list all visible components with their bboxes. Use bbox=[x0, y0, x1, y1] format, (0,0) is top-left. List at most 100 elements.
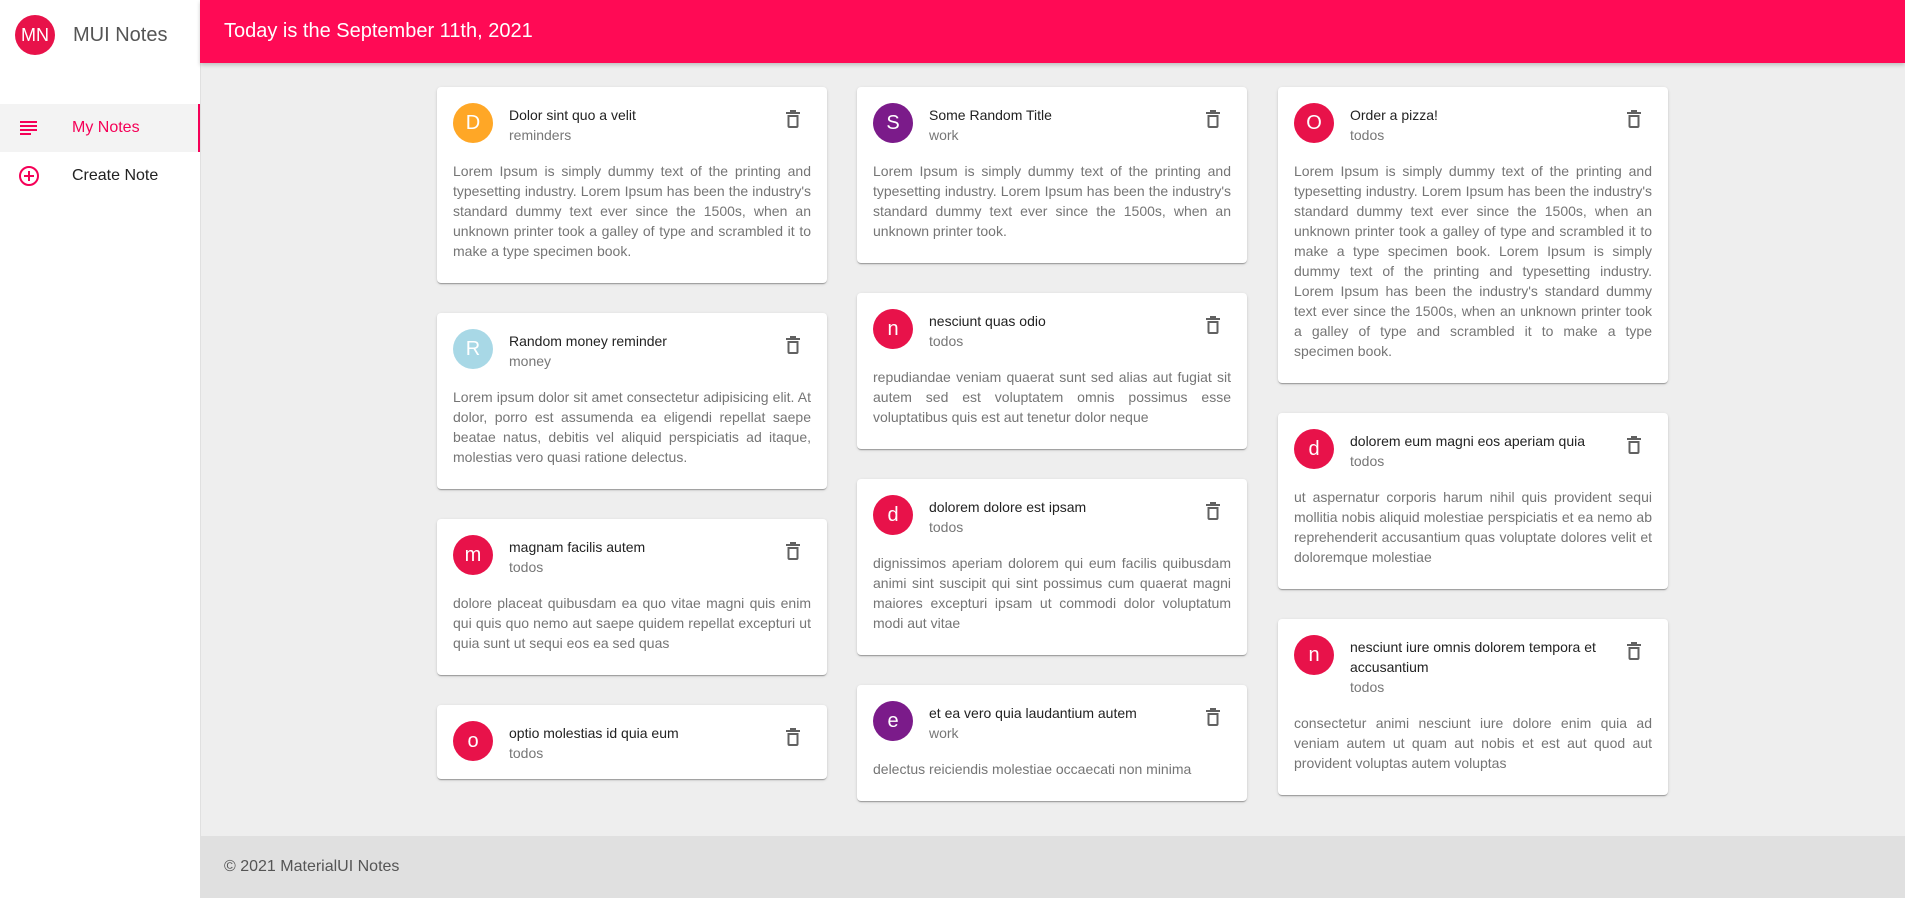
note-card-header: S Some Random Title work bbox=[857, 87, 1247, 161]
footer: © 2021 MaterialUI Notes bbox=[200, 836, 1905, 898]
note-category: todos bbox=[509, 745, 544, 761]
note-body: dignissimos aperiam dolorem qui eum faci… bbox=[873, 555, 1231, 631]
note-card: m magnam facilis autem todos dolore placeat… bbox=[437, 519, 827, 675]
note-category: todos bbox=[929, 333, 964, 349]
note-category: todos bbox=[1350, 127, 1385, 143]
note-card: n nesciunt iure omnis dolorem tempora et … bbox=[1278, 619, 1668, 795]
note-titles: Some Random Title work bbox=[929, 103, 1195, 145]
notes-grid: D Dolor sint quo a velit reminders Lorem Ip… bbox=[200, 63, 1905, 836]
note-title: dolorem dolore est ipsam bbox=[929, 499, 1087, 515]
delete-note-button[interactable] bbox=[1616, 633, 1652, 669]
delete-note-button[interactable] bbox=[775, 327, 811, 363]
sidebar-item-my-notes[interactable]: My Notes bbox=[0, 104, 200, 152]
note-card-header: n nesciunt iure omnis dolorem tempora et … bbox=[1278, 619, 1668, 713]
note-category: money bbox=[509, 353, 552, 369]
note-titles: magnam facilis autem todos bbox=[509, 535, 775, 577]
delete-note-button[interactable] bbox=[775, 719, 811, 755]
note-card-header: o optio molestias id quia eum todos bbox=[437, 705, 827, 779]
delete-note-button[interactable] bbox=[1195, 699, 1231, 735]
note-titles: Random money reminder money bbox=[509, 329, 775, 371]
note-titles: Order a pizza! todos bbox=[1350, 103, 1616, 145]
trash-icon bbox=[1627, 110, 1641, 128]
sidebar-nav: My Notes Create Note bbox=[0, 104, 200, 200]
trash-icon bbox=[1627, 642, 1641, 660]
note-titles: dolorem dolore est ipsam todos bbox=[929, 495, 1195, 537]
trash-icon bbox=[786, 336, 800, 354]
note-card: n nesciunt quas odio todos repudiandae veni… bbox=[857, 293, 1247, 449]
note-title: et ea vero quia laudantium autem bbox=[929, 705, 1137, 721]
note-avatar: d bbox=[873, 495, 913, 535]
note-card-header: n nesciunt quas odio todos bbox=[857, 293, 1247, 367]
note-avatar: e bbox=[873, 701, 913, 741]
brand-avatar: MN bbox=[15, 15, 55, 55]
delete-note-button[interactable] bbox=[1616, 101, 1652, 137]
note-body: dolore placeat quibusdam ea quo vitae ma… bbox=[453, 595, 811, 651]
note-card-header: R Random money reminder money bbox=[437, 313, 827, 387]
note-titles: dolorem eum magni eos aperiam quia todos bbox=[1350, 429, 1616, 471]
note-avatar: n bbox=[873, 309, 913, 349]
note-title: optio molestias id quia eum bbox=[509, 725, 679, 741]
note-body: repudiandae veniam quaerat sunt sed alia… bbox=[873, 369, 1231, 425]
delete-note-button[interactable] bbox=[775, 101, 811, 137]
note-body: delectus reiciendis molestiae occaecati … bbox=[873, 761, 1192, 777]
note-category: todos bbox=[509, 559, 544, 575]
note-title: nesciunt quas odio bbox=[929, 313, 1046, 329]
note-card: S Some Random Title work Lorem Ipsum is sim… bbox=[857, 87, 1247, 263]
note-card: o optio molestias id quia eum todos bbox=[437, 705, 827, 779]
subject-icon bbox=[18, 117, 40, 139]
note-title: Random money reminder bbox=[509, 333, 667, 349]
note-category: todos bbox=[929, 519, 964, 535]
note-titles: optio molestias id quia eum todos bbox=[509, 721, 775, 763]
note-card: e et ea vero quia laudantium autem work del… bbox=[857, 685, 1247, 801]
note-titles: Dolor sint quo a velit reminders bbox=[509, 103, 775, 145]
note-card-header: D Dolor sint quo a velit reminders bbox=[437, 87, 827, 161]
note-category: work bbox=[929, 127, 959, 143]
note-titles: et ea vero quia laudantium autem work bbox=[929, 701, 1195, 743]
delete-note-button[interactable] bbox=[1195, 101, 1231, 137]
delete-note-button[interactable] bbox=[1195, 493, 1231, 529]
note-title: magnam facilis autem bbox=[509, 539, 646, 555]
date-text: Today is the September 11th, 2021 bbox=[224, 20, 533, 42]
note-body: Lorem Ipsum is simply dummy text of the … bbox=[873, 163, 1231, 239]
add-circle-icon bbox=[18, 165, 40, 187]
app-title: MUI Notes bbox=[73, 23, 168, 46]
delete-note-button[interactable] bbox=[1195, 307, 1231, 343]
trash-icon bbox=[1206, 316, 1220, 334]
note-card: O Order a pizza! todos Lorem Ipsum is simpl… bbox=[1278, 87, 1668, 383]
note-card: d dolorem eum magni eos aperiam quia todos… bbox=[1278, 413, 1668, 589]
trash-icon bbox=[1627, 436, 1641, 454]
note-category: reminders bbox=[509, 127, 572, 143]
trash-icon bbox=[1206, 502, 1220, 520]
note-body: Lorem ipsum dolor sit amet consectetur a… bbox=[453, 389, 811, 465]
note-category: work bbox=[929, 725, 959, 741]
note-avatar: R bbox=[453, 329, 493, 369]
sidebar-item-label: My Notes bbox=[72, 119, 140, 136]
sidebar: MN MUI Notes My Notes Create Note bbox=[0, 0, 201, 898]
notes-column: S Some Random Title work Lorem Ipsum is sim… bbox=[857, 87, 1247, 831]
footer-text: © 2021 MaterialUI Notes bbox=[224, 858, 400, 875]
note-avatar: m bbox=[453, 535, 493, 575]
note-avatar: o bbox=[453, 721, 493, 761]
trash-icon bbox=[1206, 110, 1220, 128]
delete-note-button[interactable] bbox=[775, 533, 811, 569]
note-card: d dolorem dolore est ipsam todos dignissimo… bbox=[857, 479, 1247, 655]
note-avatar: D bbox=[453, 103, 493, 143]
sidebar-item-label: Create Note bbox=[72, 167, 159, 184]
note-avatar: S bbox=[873, 103, 913, 143]
note-card-header: d dolorem dolore est ipsam todos bbox=[857, 479, 1247, 553]
delete-note-button[interactable] bbox=[1616, 427, 1652, 463]
note-card-header: e et ea vero quia laudantium autem work bbox=[857, 685, 1247, 759]
app-bar: Today is the September 11th, 2021 bbox=[200, 0, 1905, 63]
notes-column: O Order a pizza! todos Lorem Ipsum is simpl… bbox=[1278, 87, 1668, 825]
note-avatar: d bbox=[1294, 429, 1334, 469]
note-body: Lorem Ipsum is simply dummy text of the … bbox=[453, 163, 811, 259]
note-body: consectetur animi nesciunt iure dolore e… bbox=[1294, 715, 1652, 771]
sidebar-item-create-note[interactable]: Create Note bbox=[0, 152, 200, 200]
trash-icon bbox=[786, 542, 800, 560]
notes-column: D Dolor sint quo a velit reminders Lorem Ip… bbox=[437, 87, 827, 809]
note-titles: nesciunt quas odio todos bbox=[929, 309, 1195, 351]
trash-icon bbox=[786, 110, 800, 128]
note-card-header: O Order a pizza! todos bbox=[1278, 87, 1668, 161]
note-avatar: n bbox=[1294, 635, 1334, 675]
note-card: D Dolor sint quo a velit reminders Lorem Ip… bbox=[437, 87, 827, 283]
